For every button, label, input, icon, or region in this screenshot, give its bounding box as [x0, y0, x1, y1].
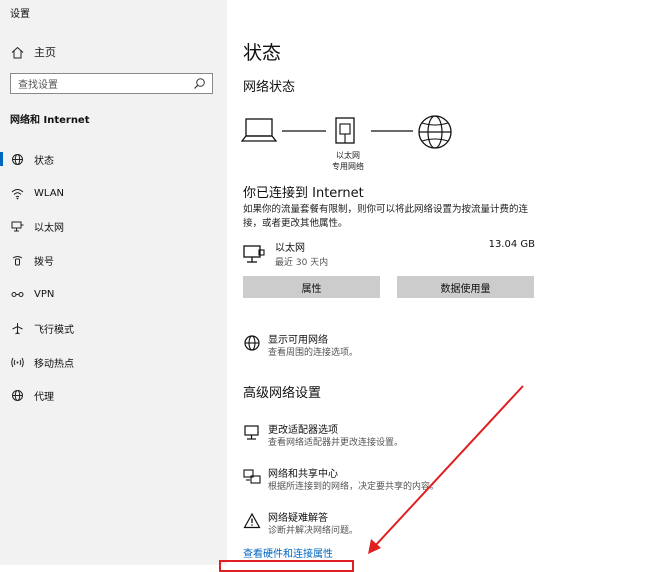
vpn-icon — [10, 287, 24, 301]
sidebar-item-label: 移动热点 — [34, 358, 74, 370]
dialup-icon — [10, 253, 24, 267]
show-networks-title: 显示可用网络 — [268, 335, 328, 346]
wifi-icon — [10, 186, 24, 200]
hardware-properties-link[interactable]: 查看硬件和连接属性 — [243, 545, 333, 560]
data-usage-button[interactable]: 数据使用量 — [397, 276, 534, 298]
globe-network-icon — [243, 334, 261, 352]
advanced-item-title: 网络疑难解答 — [268, 513, 328, 524]
sharing-center-link[interactable]: 网络和共享中心 根据所连接到的网络，决定要共享的内容。 — [243, 465, 573, 495]
page-title: 状态 — [243, 42, 282, 64]
connection-name: 以太网 — [275, 243, 305, 254]
globe-icon — [10, 388, 24, 402]
globe-status-icon — [10, 152, 24, 166]
sidebar-item-proxy[interactable]: 代理 — [0, 385, 227, 405]
airplane-icon — [10, 321, 24, 335]
connection-usage: 13.04 GB — [488, 239, 535, 250]
advanced-item-subtitle: 诊断并解决网络问题。 — [268, 526, 359, 536]
ethernet-icon — [10, 219, 24, 233]
main-content: 状态 网络状态 以太网 专用网络 你已连接到 Internet 如果你的流量套餐… — [227, 0, 650, 565]
window-title: 设置 — [10, 9, 30, 20]
ethernet-port-icon — [335, 117, 355, 144]
adapter-icon — [243, 424, 261, 442]
show-networks-subtitle: 查看周围的连接选项。 — [268, 348, 359, 358]
network-status-heading: 网络状态 — [243, 80, 296, 95]
sidebar-item-label: VPN — [34, 288, 55, 300]
home-nav[interactable]: 主页 — [10, 43, 56, 61]
internet-globe-icon — [418, 115, 452, 149]
diagram-network-type: 专用网络 — [332, 162, 364, 171]
advanced-item-title: 网络和共享中心 — [268, 469, 338, 480]
connected-heading: 你已连接到 Internet — [243, 186, 364, 201]
sidebar-item-label: 状态 — [34, 155, 54, 167]
diagram-label: 以太网 专用网络 — [321, 150, 375, 172]
sidebar-item-dialup[interactable]: 拨号 — [0, 250, 227, 270]
sidebar-item-label: WLAN — [34, 187, 65, 199]
sharing-center-icon — [243, 468, 261, 486]
sidebar-item-label: 以太网 — [34, 222, 64, 234]
search-placeholder: 查找设置 — [18, 80, 58, 91]
troubleshoot-link[interactable]: 网络疑难解答 诊断并解决网络问题。 — [243, 509, 573, 539]
home-icon — [10, 45, 24, 59]
search-input[interactable]: 查找设置 — [10, 73, 213, 94]
sidebar-item-ethernet[interactable]: 以太网 — [0, 216, 227, 236]
show-networks-link[interactable]: 显示可用网络 查看周围的连接选项。 — [243, 331, 573, 361]
connected-description: 如果你的流量套餐有限制，则你可以将此网络设置为按流量计费的连接，或者更改其他属性… — [243, 204, 529, 229]
sidebar-item-label: 飞行模式 — [34, 324, 74, 336]
advanced-heading: 高级网络设置 — [243, 386, 322, 401]
sidebar-item-wlan[interactable]: WLAN — [0, 183, 227, 203]
adapter-options-link[interactable]: 更改适配器选项 查看网络适配器并更改连接设置。 — [243, 421, 573, 451]
computer-icon — [241, 118, 278, 142]
network-diagram — [241, 115, 452, 149]
sidebar: 设置 主页 查找设置 网络和 Internet 状态 WLAN 以太网 拨号 V… — [0, 0, 227, 565]
advanced-item-subtitle: 查看网络适配器并更改连接设置。 — [268, 438, 404, 448]
ethernet-connection-icon — [243, 243, 265, 265]
sidebar-item-airplane[interactable]: 飞行模式 — [0, 318, 227, 338]
warning-icon — [243, 512, 261, 530]
advanced-item-title: 更改适配器选项 — [268, 425, 338, 436]
sidebar-item-label: 拨号 — [34, 256, 54, 268]
annotation-highlight-box — [219, 560, 354, 572]
hotspot-icon — [10, 355, 24, 369]
connection-period: 最近 30 天内 — [275, 258, 329, 268]
connection-row: 以太网 最近 30 天内 13.04 GB — [243, 238, 535, 270]
section-title: 网络和 Internet — [10, 115, 90, 126]
sidebar-item-label: 代理 — [34, 391, 54, 403]
sidebar-item-vpn[interactable]: VPN — [0, 284, 227, 304]
home-label: 主页 — [34, 46, 56, 59]
sidebar-item-status[interactable]: 状态 — [0, 149, 227, 169]
search-icon[interactable] — [193, 77, 206, 90]
diagram-adapter-name: 以太网 — [336, 151, 360, 160]
advanced-item-subtitle: 根据所连接到的网络，决定要共享的内容。 — [268, 482, 440, 492]
sidebar-item-hotspot[interactable]: 移动热点 — [0, 352, 227, 372]
properties-button[interactable]: 属性 — [243, 276, 380, 298]
